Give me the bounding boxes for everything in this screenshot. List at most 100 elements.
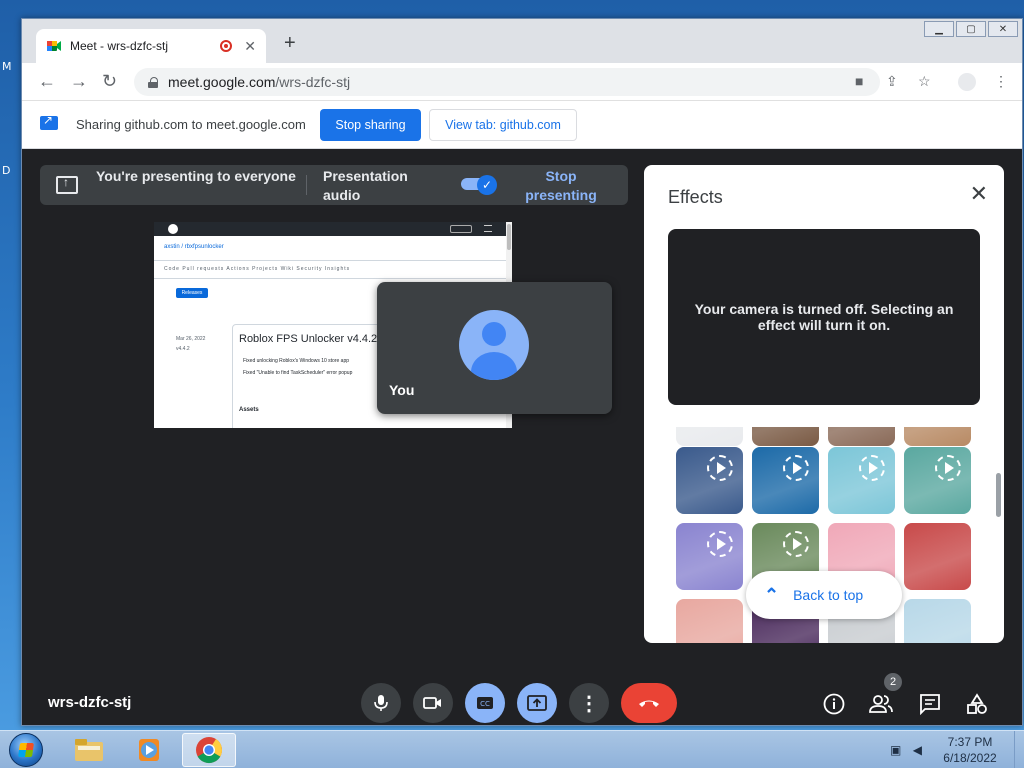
- present-screen-icon: [56, 175, 78, 194]
- stop-sharing-button[interactable]: Stop sharing: [320, 109, 421, 141]
- windows-orb-icon: [9, 733, 43, 767]
- effect-thumbnail[interactable]: [752, 447, 819, 514]
- scrollbar-thumb: [507, 224, 511, 250]
- present-now-button[interactable]: [517, 683, 557, 723]
- microphone-button[interactable]: [361, 683, 401, 723]
- back-arrow-icon[interactable]: ←: [38, 71, 56, 91]
- desktop-icon-fragment[interactable]: D: [2, 164, 10, 177]
- presenting-text: You're presenting to everyone: [96, 168, 296, 184]
- camera-preview: Your camera is turned off. Selecting an …: [668, 229, 980, 405]
- close-icon[interactable]: ✕: [970, 183, 988, 205]
- chrome-icon: [196, 737, 223, 764]
- camera-icon: [423, 697, 441, 709]
- play-animated-icon: [783, 531, 809, 557]
- address-bar[interactable]: meet.google.com/wrs-dzfc-stj: [134, 68, 880, 96]
- effect-thumbnail[interactable]: [904, 447, 971, 514]
- present-screen-icon: [527, 695, 547, 711]
- hamburger-menu-icon: [484, 225, 492, 232]
- effect-thumbnail[interactable]: [828, 447, 895, 514]
- effect-thumbnail[interactable]: [904, 599, 971, 643]
- panel-title: Effects: [668, 187, 723, 207]
- github-header: [154, 222, 512, 236]
- avatar: [459, 310, 529, 380]
- share-icon[interactable]: ⇪: [886, 73, 898, 90]
- network-icon[interactable]: ▣: [890, 743, 901, 757]
- effect-thumbnail[interactable]: [676, 447, 743, 514]
- effect-thumbnail[interactable]: [904, 427, 971, 446]
- play-animated-icon: [859, 455, 885, 481]
- chrome-taskbar-button[interactable]: [182, 733, 236, 767]
- meeting-details-button[interactable]: [821, 691, 847, 717]
- url-host: meet.google.com: [168, 74, 276, 90]
- effect-thumbnail[interactable]: [828, 427, 895, 446]
- presentation-audio-toggle[interactable]: ✓: [461, 175, 497, 195]
- bookmark-star-icon[interactable]: ☆: [918, 73, 931, 90]
- repo-nav: Code Pull requests Actions Projects Wiki…: [164, 266, 351, 272]
- explorer-taskbar-button[interactable]: [62, 733, 116, 767]
- stop-presenting-button[interactable]: Stop presenting: [516, 167, 606, 205]
- check-icon: ✓: [477, 175, 497, 195]
- release-title: Roblox FPS Unlocker v4.4.2: [239, 333, 378, 345]
- effect-thumbnail[interactable]: [904, 523, 971, 590]
- tab-close-icon[interactable]: ✕: [244, 38, 256, 55]
- assets-heading: Assets: [239, 407, 259, 413]
- leave-call-button[interactable]: [621, 683, 677, 723]
- github-logo-icon: [168, 224, 178, 234]
- browser-window: Meet - wrs-dzfc-stj ✕ + ▁ ▢ ✕ ← → ↻ meet…: [21, 18, 1023, 726]
- view-tab-button[interactable]: View tab: github.com: [429, 109, 577, 141]
- show-desktop-button[interactable]: [1014, 731, 1024, 768]
- browser-tab[interactable]: Meet - wrs-dzfc-stj ✕: [36, 29, 266, 63]
- clock-time: 7:37 PM: [947, 735, 993, 749]
- back-to-top-button[interactable]: ⌃ Back to top: [746, 571, 902, 619]
- microphone-icon: [374, 695, 388, 711]
- self-video-tile[interactable]: You: [377, 282, 612, 414]
- start-button[interactable]: [4, 731, 48, 768]
- sign-up-button: [450, 225, 472, 233]
- back-to-top-label: Back to top: [793, 587, 864, 603]
- close-window-button[interactable]: ✕: [988, 21, 1018, 37]
- divider: [306, 175, 307, 195]
- captions-button[interactable]: CC: [465, 683, 505, 723]
- activities-button[interactable]: [964, 691, 990, 717]
- media-player-taskbar-button[interactable]: [122, 733, 176, 767]
- folder-icon: [75, 739, 103, 761]
- release-notes: Fixed unlocking Roblox's Windows 10 stor…: [243, 355, 352, 379]
- new-tab-button[interactable]: +: [284, 33, 296, 53]
- effects-panel: Effects ✕ Your camera is turned off. Sel…: [644, 165, 1004, 643]
- closed-captions-icon: CC: [477, 697, 493, 709]
- more-options-button[interactable]: ⋮: [569, 683, 609, 723]
- taskbar-clock[interactable]: 7:37 PM 6/18/2022: [930, 734, 1010, 766]
- chat-button[interactable]: [917, 691, 943, 717]
- lock-icon[interactable]: [148, 76, 158, 88]
- more-vert-icon: ⋮: [579, 692, 599, 715]
- window-controls: ▁ ▢ ✕: [922, 21, 1018, 37]
- desktop-icon-fragment[interactable]: M: [2, 60, 12, 73]
- volume-icon[interactable]: ◀: [913, 743, 922, 757]
- effect-thumbnail[interactable]: [676, 523, 743, 590]
- screen-share-icon: [40, 113, 58, 130]
- presenting-bar: You're presenting to everyone Presentati…: [40, 165, 628, 205]
- effect-thumbnail[interactable]: [676, 427, 743, 446]
- browser-toolbar: ← → ↻ meet.google.com/wrs-dzfc-stj ■ ⇪ ☆…: [22, 63, 1022, 101]
- play-animated-icon: [707, 531, 733, 557]
- menu-kebab-icon[interactable]: ⋮: [994, 73, 1008, 90]
- effect-thumbnail[interactable]: [752, 427, 819, 446]
- camera-blocked-icon[interactable]: ■: [855, 73, 863, 89]
- maximize-button[interactable]: ▢: [956, 21, 986, 37]
- profile-avatar-icon[interactable]: [958, 73, 976, 91]
- forward-arrow-icon[interactable]: →: [70, 71, 88, 91]
- play-animated-icon: [783, 455, 809, 481]
- effect-thumbnail[interactable]: [676, 599, 743, 643]
- people-button[interactable]: [868, 691, 894, 717]
- avatar-body: [471, 352, 517, 380]
- self-name-label: You: [389, 382, 415, 398]
- minimize-button[interactable]: ▁: [924, 21, 954, 37]
- clock-date: 6/18/2022: [943, 751, 997, 765]
- sharing-infobar: Sharing github.com to meet.google.com St…: [22, 101, 1022, 149]
- release-note: Fixed unlocking Roblox's Windows 10 stor…: [243, 358, 350, 364]
- divider: [154, 278, 512, 279]
- scrollbar-thumb[interactable]: [996, 473, 1001, 517]
- play-animated-icon: [707, 455, 733, 481]
- reload-icon[interactable]: ↻: [102, 71, 117, 91]
- camera-button[interactable]: [413, 683, 453, 723]
